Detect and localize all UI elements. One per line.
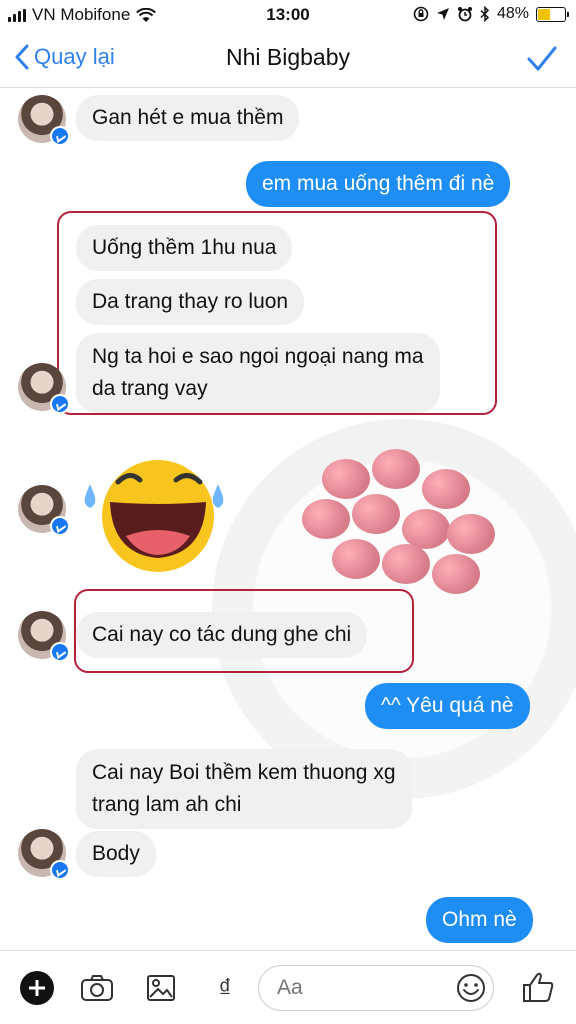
red-capsules-image	[282, 439, 502, 599]
status-right: 48%	[413, 5, 569, 23]
message-text: Cai nay co tác dung ghe chi	[92, 623, 352, 646]
message-input[interactable]	[277, 974, 437, 1002]
product-jar-photo	[212, 419, 576, 799]
message-input-container[interactable]	[258, 965, 494, 1011]
outgoing-message[interactable]: ^^ Yêu quá nè	[365, 683, 530, 729]
incoming-message[interactable]: Gan hét e mua thềm	[76, 95, 300, 141]
back-label: Quay lại	[34, 44, 115, 69]
camera-icon[interactable]	[80, 971, 114, 1005]
incoming-message[interactable]: Ng ta hoi e sao ngoi ngoại nang ma da tr…	[76, 333, 440, 413]
message-text: ^^ Yêu quá nè	[381, 694, 514, 717]
location-icon	[436, 8, 449, 20]
messenger-badge-icon	[50, 394, 70, 414]
messenger-badge-icon	[50, 860, 70, 880]
message-line: trang lam ah chi	[92, 793, 242, 816]
message-text: Uống thềm 1hu nua	[92, 236, 277, 259]
contact-avatar[interactable]	[18, 95, 70, 146]
message-text: Da trang thay ro luon	[92, 290, 289, 313]
incoming-message[interactable]: Cai nay co tác dung ghe chi	[76, 612, 368, 658]
contact-avatar[interactable]	[18, 363, 70, 414]
smile-icon[interactable]	[455, 972, 487, 1004]
message-line: Cai nay Boi thềm kem thuong xg	[92, 761, 396, 784]
message-line: da trang vay	[92, 377, 208, 400]
battery-level	[538, 8, 551, 20]
payment-icon[interactable]: ₫	[208, 971, 242, 1005]
messenger-badge-icon	[50, 126, 70, 146]
contact-avatar[interactable]	[18, 485, 70, 536]
incoming-message[interactable]: Body	[76, 831, 156, 877]
laughing-emoji-sticker[interactable]	[80, 454, 230, 574]
plus-circle-icon[interactable]	[20, 971, 54, 1005]
incoming-message[interactable]: Da trang thay ro luon	[76, 279, 305, 325]
image-icon[interactable]	[144, 971, 178, 1005]
composer-toolbar: ₫	[0, 950, 576, 1024]
checkmark-icon[interactable]	[526, 44, 558, 74]
battery-percent: 48%	[496, 5, 529, 22]
contact-avatar[interactable]	[18, 829, 70, 880]
battery-icon	[536, 6, 569, 22]
message-list: Gan hét e mua thềm em mua uống thêm đi n…	[0, 89, 576, 949]
thumbs-up-icon[interactable]	[520, 969, 556, 1005]
alarm-icon	[457, 7, 472, 22]
message-text: Ohm nè	[442, 908, 517, 931]
conversation-header: Quay lại Nhi Bigbaby	[0, 30, 576, 88]
messenger-badge-icon	[50, 516, 70, 536]
message-text: Gan hét e mua thềm	[92, 106, 284, 129]
back-button[interactable]: Quay lại	[14, 44, 115, 70]
outgoing-message[interactable]: em mua uống thêm đi nè	[246, 161, 511, 207]
messenger-badge-icon	[50, 642, 70, 662]
message-line: Ng ta hoi e sao ngoi ngoại nang ma	[92, 345, 424, 368]
bluetooth-icon	[480, 6, 490, 22]
contact-avatar[interactable]	[18, 611, 70, 662]
status-bar: VN Mobifone 13:00 48%	[0, 0, 576, 30]
outgoing-message[interactable]: Ohm nè	[426, 897, 533, 943]
incoming-message[interactable]: Uống thềm 1hu nua	[76, 225, 293, 271]
chevron-left-icon	[15, 44, 29, 70]
screen-lock-icon	[413, 6, 429, 22]
message-text: Body	[92, 842, 140, 865]
message-text: em mua uống thêm đi nè	[262, 172, 495, 195]
incoming-message[interactable]: Cai nay Boi thềm kem thuong xg trang lam…	[76, 749, 412, 829]
